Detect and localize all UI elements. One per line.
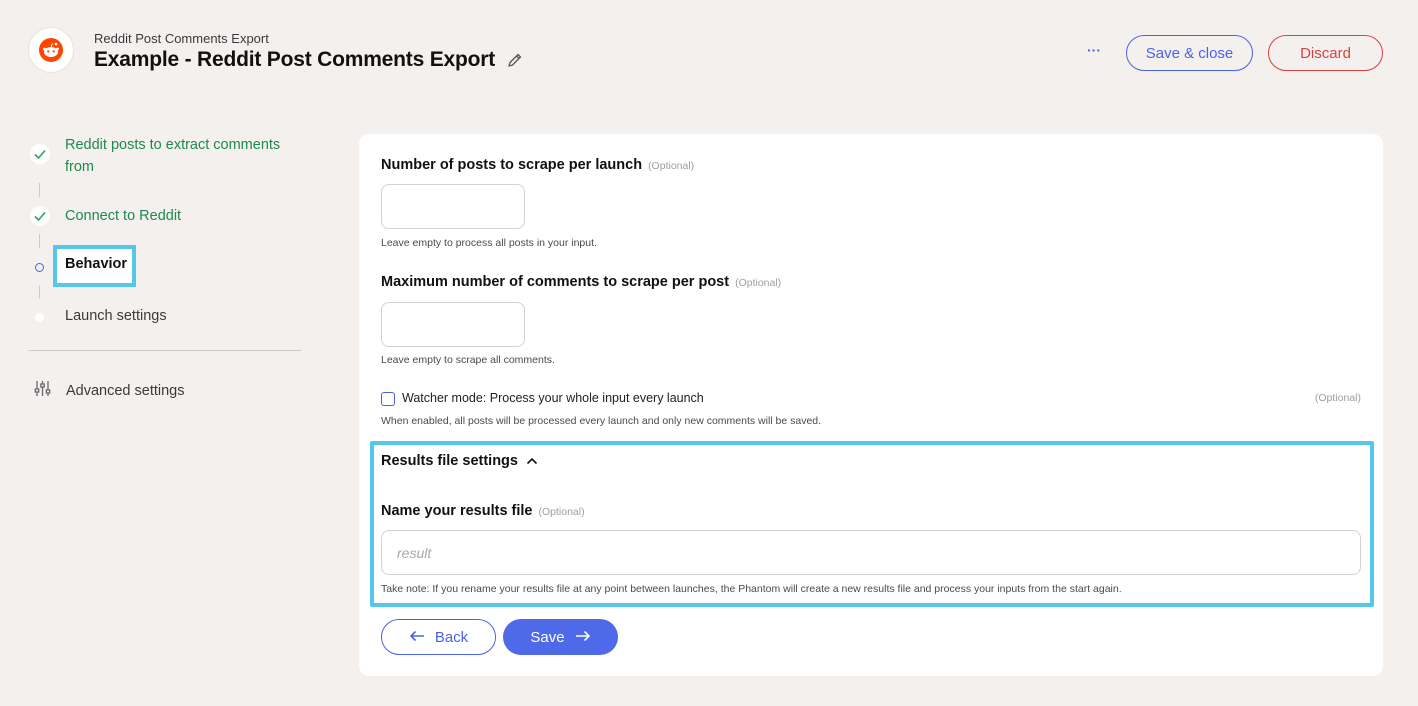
page-title: Example - Reddit Post Comments Export [94,48,496,71]
sliders-icon [34,380,51,402]
posts-per-launch-label-text: Number of posts to scrape per launch [381,157,643,173]
pending-step-indicator [35,313,44,322]
step-label-behavior: Behavior [65,256,128,272]
results-file-settings-title: Results file settings [381,453,518,469]
chevron-up-icon [526,455,538,467]
reddit-logo-icon [28,27,74,73]
posts-per-launch-help: Leave empty to process all posts in your… [381,237,597,249]
step-connector [39,234,40,248]
max-comments-help: Leave empty to scrape all comments. [381,354,555,366]
optional-tag: (Optional) [538,506,585,518]
step-label-launch-settings[interactable]: Launch settings [65,308,167,324]
sidebar-divider [28,350,301,351]
advanced-settings-label: Advanced settings [66,383,185,399]
back-button[interactable]: Back [381,619,496,655]
current-step-indicator [35,263,44,272]
step-label-reddit-posts: Reddit posts to extract comments from [65,137,281,175]
step-connector [39,183,40,197]
posts-per-launch-input[interactable] [381,184,525,229]
save-close-button[interactable]: Save & close [1126,35,1253,71]
results-file-name-help: Take note: If you rename your results fi… [381,583,1122,595]
save-button[interactable]: Save [503,619,618,655]
step-connect-reddit[interactable]: Connect to Reddit [30,205,181,227]
optional-tag: (Optional) [1314,392,1361,404]
arrow-left-icon [409,629,425,646]
save-label: Save [530,628,565,646]
page-subtitle: Reddit Post Comments Export [94,31,269,46]
title-row: Example - Reddit Post Comments Export [94,48,523,72]
optional-tag: (Optional) [735,277,782,289]
results-file-name-input[interactable] [381,530,1361,575]
check-icon [30,144,50,164]
watcher-mode-help: When enabled, all posts will be processe… [381,415,822,427]
advanced-settings-link[interactable]: Advanced settings [34,380,185,402]
check-icon [30,206,50,226]
results-file-settings-toggle[interactable]: Results file settings [381,453,538,469]
results-file-name-label-text: Name your results file [381,503,533,519]
back-label: Back [434,628,469,646]
step-connector [39,285,40,299]
optional-tag: (Optional) [648,160,695,172]
step-label-connect-reddit: Connect to Reddit [65,208,182,224]
arrow-right-icon [575,629,591,646]
max-comments-label: Maximum number of comments to scrape per… [381,274,781,290]
pencil-icon[interactable] [507,52,523,68]
step-reddit-posts[interactable]: Reddit posts to extract comments from [30,134,290,178]
posts-per-launch-label: Number of posts to scrape per launch (Opt… [381,157,694,173]
watcher-mode-label[interactable]: Watcher mode: Process your whole input e… [402,391,704,405]
more-options-button[interactable]: ··· [1082,42,1106,62]
results-file-name-label: Name your results file (Optional) [381,503,585,519]
max-comments-label-text: Maximum number of comments to scrape per… [381,274,730,290]
max-comments-input[interactable] [381,302,525,347]
discard-button[interactable]: Discard [1268,35,1383,71]
watcher-mode-checkbox[interactable] [381,392,395,406]
